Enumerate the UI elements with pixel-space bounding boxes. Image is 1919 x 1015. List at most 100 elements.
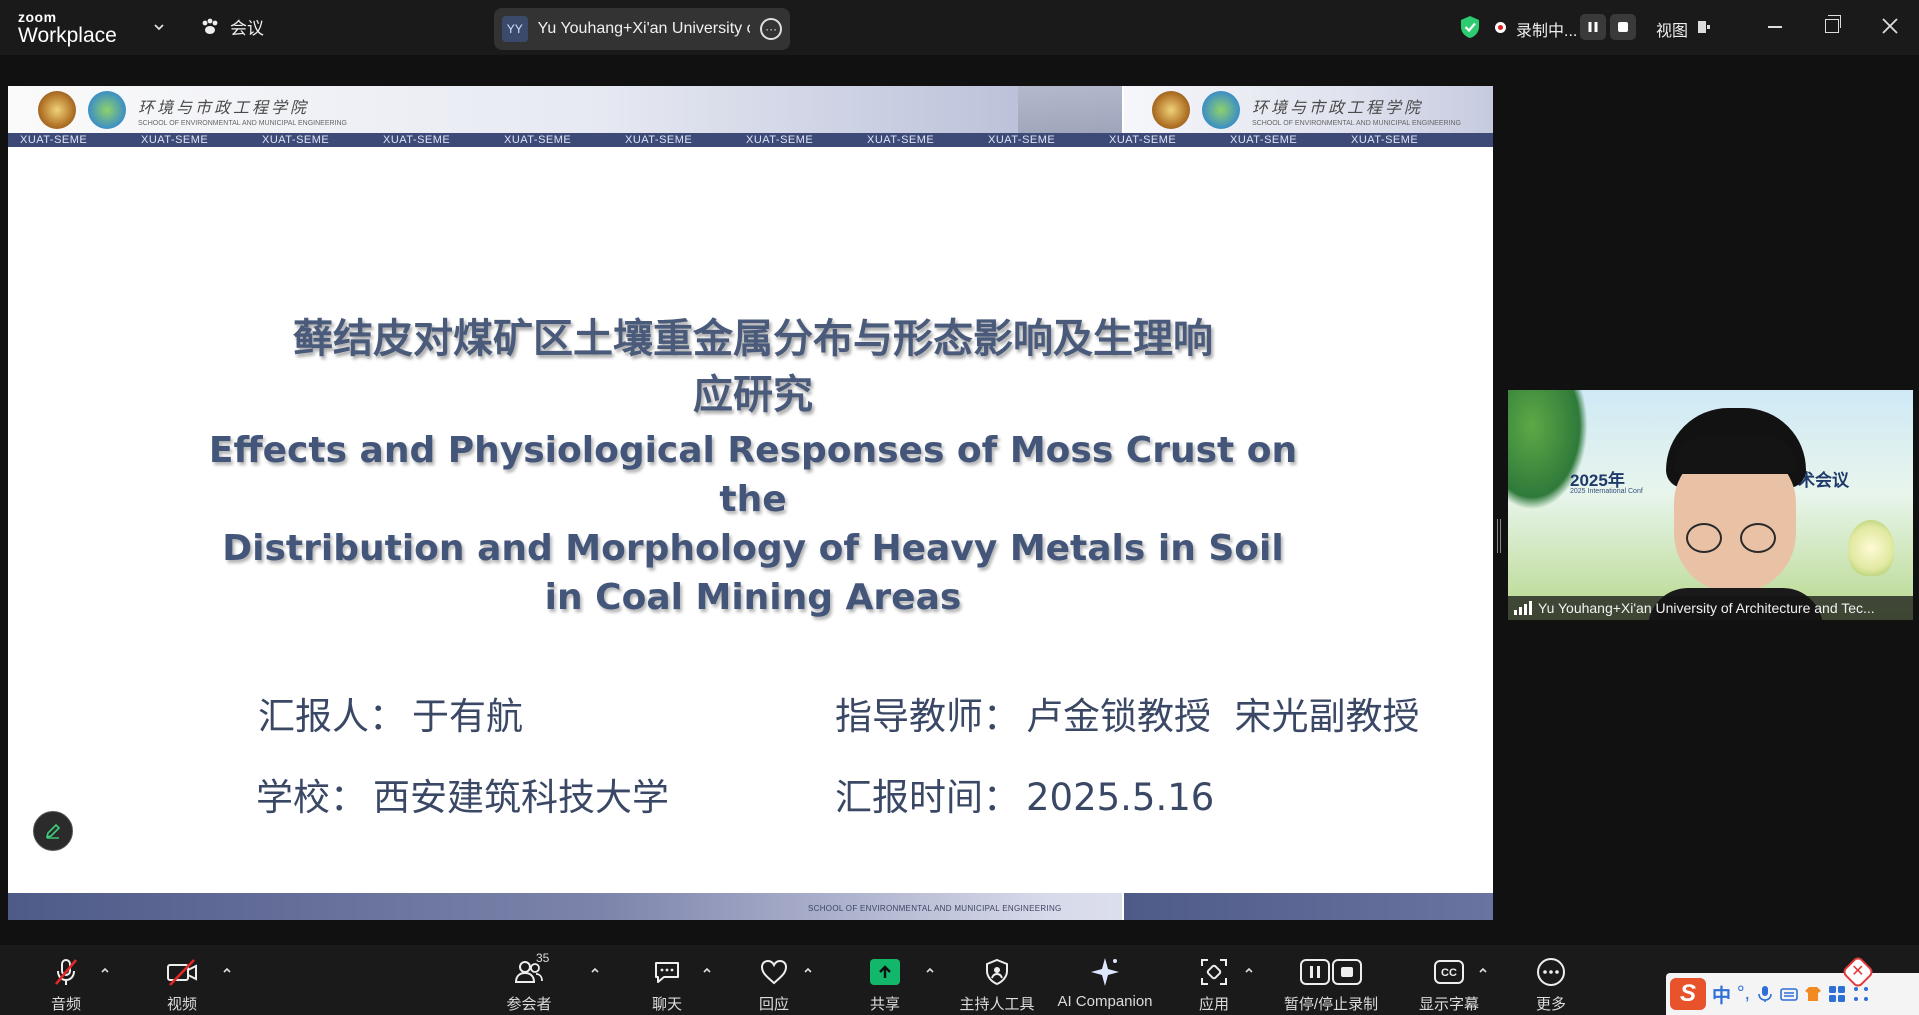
chevron-down-icon[interactable] [152,20,166,34]
advisor-label: 指导教师： [835,695,1020,738]
toolbar-label: 主持人工具 [959,996,1035,1013]
pause-icon [1588,22,1598,32]
chevron-up-icon[interactable] [702,965,712,975]
more-grid-icon[interactable] [1852,985,1870,1003]
participant-name: Yu Youhang+Xi'an University of Architect… [1538,600,1875,616]
strip-label: XUAT-SEME [20,134,88,146]
apps-icon [1201,959,1227,985]
video-button[interactable]: 视频 [132,955,232,1014]
chevron-up-icon[interactable] [1478,965,1488,975]
stop-recording-button[interactable] [1610,14,1636,40]
view-button[interactable]: 视图 [1656,17,1688,41]
minimize-button[interactable] [1768,26,1782,28]
host-tools-button[interactable]: 主持人工具 [947,955,1047,1014]
toolbar-label: 聊天 [651,996,682,1013]
annotate-button[interactable] [33,811,73,851]
view-layout-icon[interactable] [1697,20,1711,34]
pause-recording-button[interactable] [1580,14,1606,40]
shared-slide: 环境与市政工程学院 SCHOOL OF ENVIRONMENTAL AND MU… [8,86,1493,920]
svg-text:CC: CC [1441,967,1457,979]
reactions-button[interactable]: 回应 [724,955,824,1014]
advisor-info: 指导教师： 卢金锁教授 宋光副教授 [835,686,1420,740]
strip-label: XUAT-SEME [1109,134,1177,146]
chevron-up-icon[interactable] [100,965,110,975]
more-button[interactable]: 更多 [1501,955,1601,1014]
header-school-en: SCHOOL OF ENVIRONMENTAL AND MUNICIPAL EN… [1252,119,1461,127]
toolbar-label: 应用 [1198,996,1229,1013]
strip-label: XUAT-SEME [1230,134,1298,146]
presenter-info: 汇报人： 于有航 [258,686,523,740]
title-en-line: Distribution and Morphology of Heavy Met… [222,528,1284,569]
clothes-icon[interactable] [1804,985,1822,1003]
slide-title-cn: 藓结皮对煤矿区土壤重金属分布与形态影响及生理响 应研究 [138,311,1368,423]
strip-label: XUAT-SEME [383,134,451,146]
ai-companion-button[interactable]: AI Companion [1055,955,1155,1010]
chevron-up-icon[interactable] [222,965,232,975]
strip-label: XUAT-SEME [746,134,814,146]
chat-icon [655,962,679,983]
presenter-name: 于有航 [412,695,523,738]
university-emblem-icon [38,91,76,129]
chat-button[interactable]: 聊天 [617,955,717,1014]
toolbar-label: AI Companion [1057,993,1153,1010]
more-options-icon[interactable]: ··· [760,18,782,40]
captions-button[interactable]: CC 显示字幕 [1399,955,1499,1014]
ime-punctuation[interactable]: °, [1737,983,1750,1005]
restore-button[interactable] [1825,15,1841,33]
audio-button[interactable]: 音频 [16,955,116,1014]
presenter-label: 汇报人： [258,695,406,738]
top-bar: zoom Workplace 会议 YY Yu Youhang+Xi'an Un… [0,0,1919,55]
school-info: 学校： 西安建筑科技大学 [256,767,669,821]
video-off-icon [167,959,197,986]
ime-toolbar[interactable]: S 中 °, [1666,973,1919,1015]
close-icon[interactable] [1880,16,1900,36]
strip-label: XUAT-SEME [867,134,935,146]
header-school-cn: 环境与市政工程学院 [138,97,310,117]
chevron-up-icon[interactable] [803,965,813,975]
school-emblem-icon [88,91,126,129]
strip-label: XUAT-SEME [1351,134,1419,146]
shield-check-icon[interactable] [1459,15,1481,39]
toolbar-label: 更多 [1535,996,1566,1013]
slide-title-en: Effects and Physiological Responses of M… [138,426,1368,622]
microphone-icon[interactable] [1756,985,1774,1003]
participant-name-bar: Yu Youhang+Xi'an University of Architect… [1508,596,1913,620]
grid-icon[interactable] [1828,985,1846,1003]
signal-strength-icon [1514,601,1532,615]
participant-video-tile[interactable]: 2025年 术会议 2025 International Conf Yu You… [1508,390,1913,620]
avatar: YY [502,16,528,42]
title-cn-line: 应研究 [693,372,813,418]
chevron-up-icon[interactable] [590,965,600,975]
speaker-name: Yu Youhang+Xi'an University of A [537,20,751,37]
toolbar-label: 显示字幕 [1418,996,1479,1013]
toolbar-label: 视频 [166,996,197,1013]
active-speaker-pill[interactable]: YY Yu Youhang+Xi'an University of A ··· [494,8,790,50]
pause-stop-recording-button[interactable]: 暂停/停止录制 [1281,955,1381,1014]
chevron-up-icon[interactable] [925,965,935,975]
footer-school-en: SCHOOL OF ENVIRONMENTAL AND MUNICIPAL EN… [808,904,1062,913]
chevron-up-icon[interactable] [1244,965,1254,975]
banner-subtext: 2025 International Conf [1570,488,1643,495]
title-en-line: in Coal Mining Areas [544,577,962,618]
keyboard-icon[interactable] [1780,985,1798,1003]
pause-stop-record-icon [1300,959,1362,985]
strip-label: XUAT-SEME [988,134,1056,146]
recording-dot-icon [1495,22,1506,33]
slide-footer-continued [1122,893,1493,920]
share-button[interactable]: 共享 [835,955,935,1014]
meeting-toolbar: 音频 视频 35 参会者 聊天 回应 共享 主持人工具 AI Companion… [0,945,1919,1015]
ime-mode[interactable]: 中 [1712,981,1731,1008]
panel-splitter-handle[interactable] [1497,519,1501,553]
toolbar-label: 共享 [869,996,900,1013]
participant-video [1648,408,1823,620]
sogou-logo-icon[interactable]: S [1670,978,1706,1010]
captions-icon: CC [1434,960,1464,984]
meeting-menu-button[interactable]: 会议 [200,14,264,39]
participants-button[interactable]: 35 参会者 [479,951,579,1014]
school-name: 西安建筑科技大学 [373,776,669,819]
toolbar-label: 暂停/停止录制 [1283,996,1379,1013]
paw-icon [202,18,218,34]
pencil-icon [45,823,61,839]
apps-button[interactable]: 应用 [1164,955,1264,1014]
strip-label: XUAT-SEME [625,134,693,146]
